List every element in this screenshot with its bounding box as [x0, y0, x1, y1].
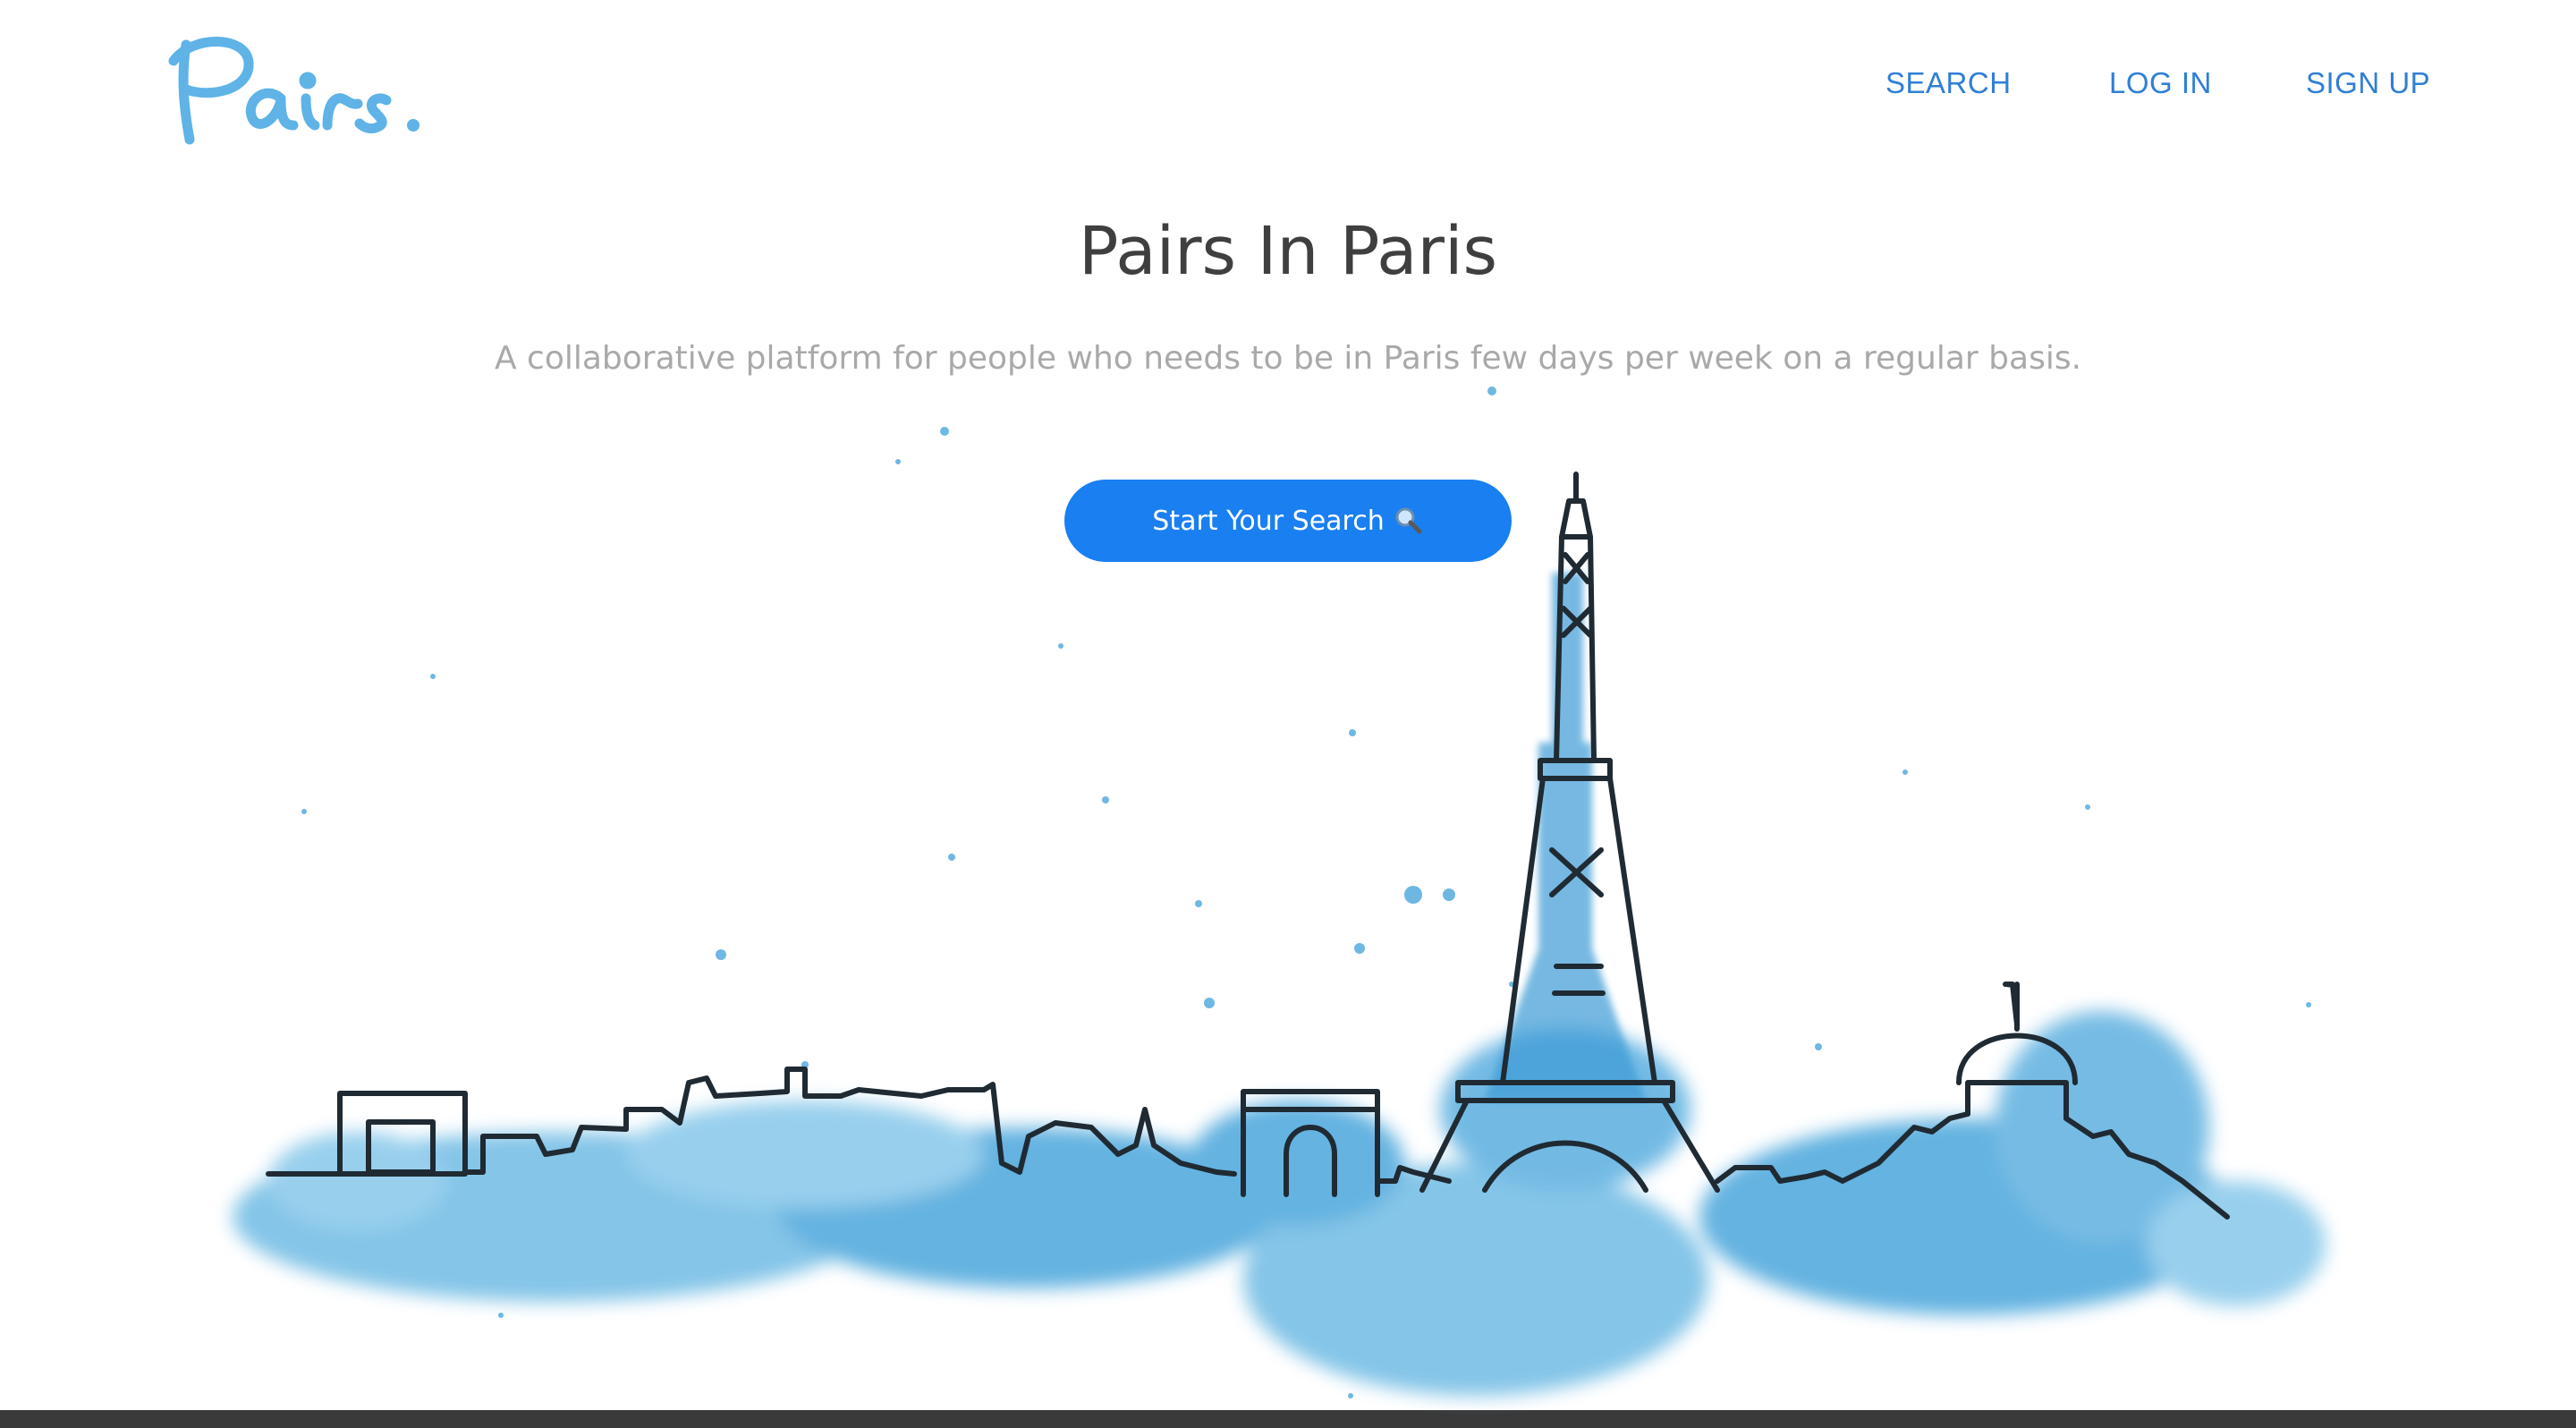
- landing-page: SEARCH LOG IN SIGN UP Pairs In Paris A c…: [0, 0, 2576, 1428]
- magnifier-icon: [1395, 507, 1422, 534]
- start-search-button[interactable]: Start Your Search: [1064, 480, 1512, 562]
- paris-skyline-illustration: [233, 387, 2326, 1398]
- start-search-label: Start Your Search: [1152, 505, 1385, 537]
